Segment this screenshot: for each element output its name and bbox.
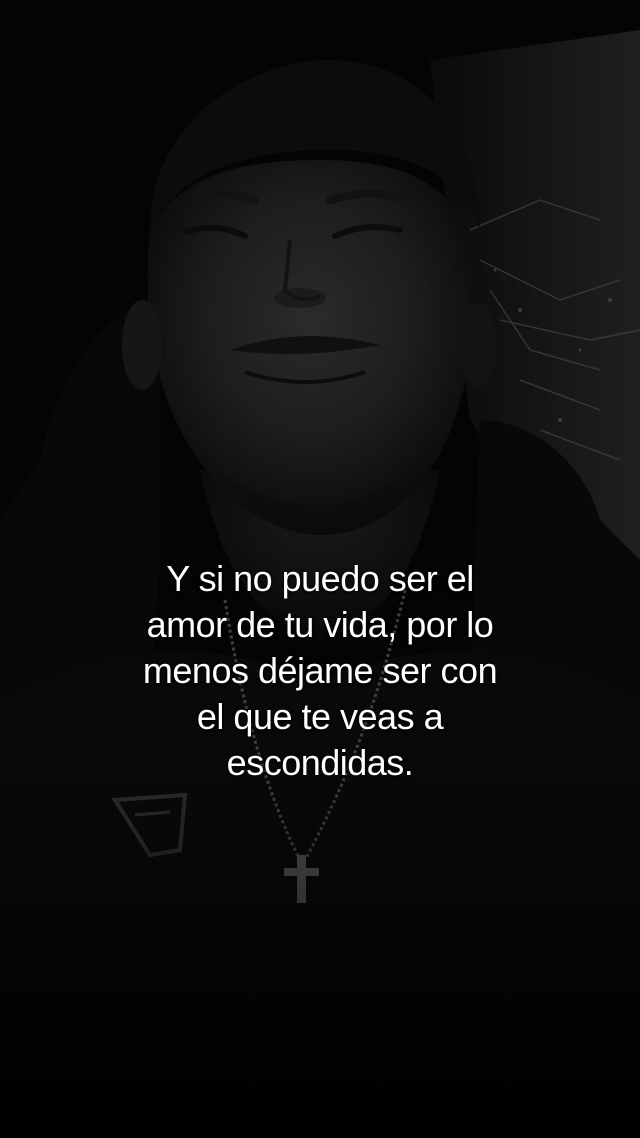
caption-line: el que te veas a	[196, 696, 444, 737]
caption-line: Y si no puedo ser el	[166, 558, 474, 599]
video-frame: Y si no puedo ser el amor de tu vida, po…	[0, 0, 640, 1138]
caption-text: Y si no puedo ser el amor de tu vida, po…	[100, 556, 540, 786]
caption-line: escondidas.	[226, 742, 414, 783]
caption-line: amor de tu vida, por lo	[146, 604, 494, 645]
caption-line: menos déjame ser con	[142, 650, 498, 691]
